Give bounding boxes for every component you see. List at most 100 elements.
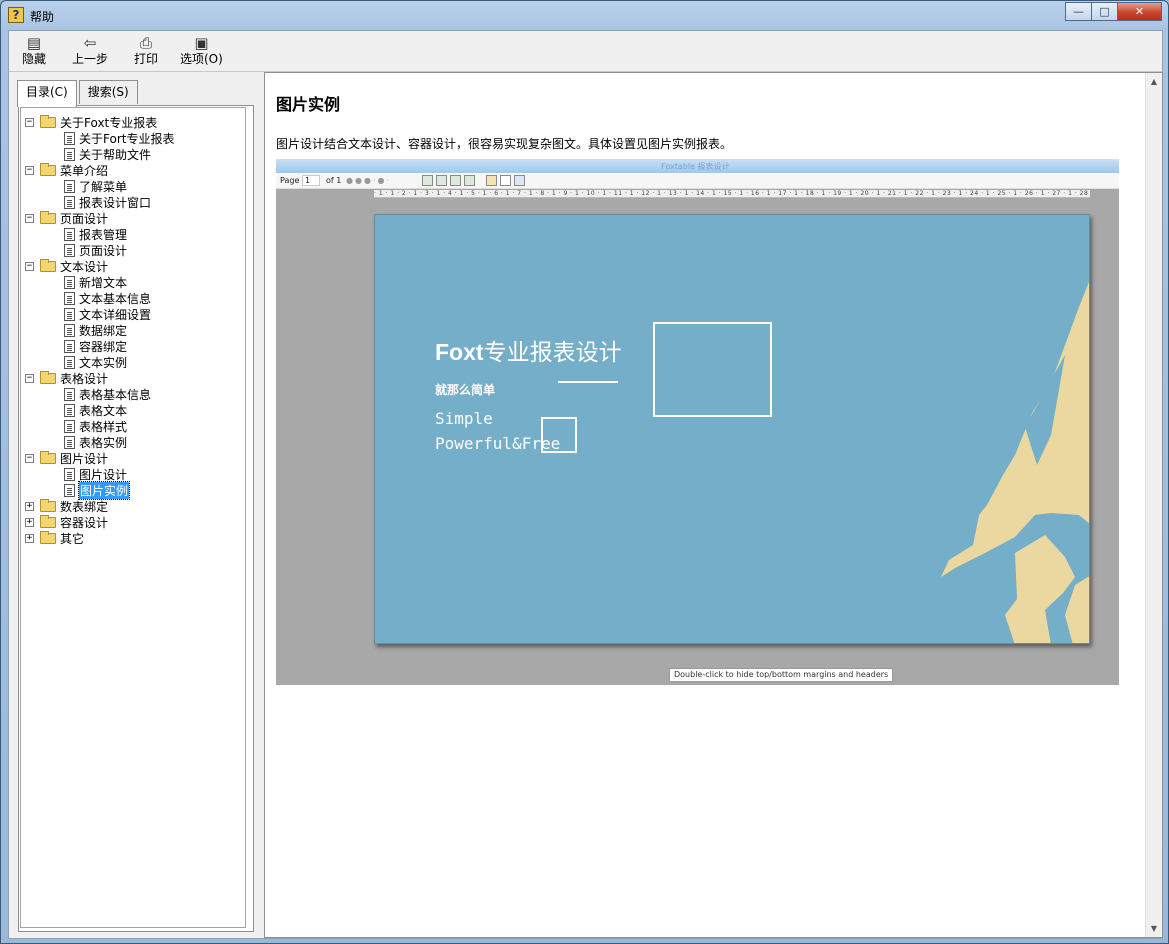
expand-icon[interactable]: +	[25, 517, 34, 527]
tree-folder-label[interactable]: 图片设计	[60, 450, 108, 467]
tree-topic-row[interactable]: 报表管理	[21, 226, 245, 242]
tree-topic-label[interactable]: 新增文本	[79, 274, 127, 291]
tree-topic-label[interactable]: 表格基本信息	[79, 386, 151, 403]
tree-folder-label[interactable]: 文本设计	[60, 258, 108, 275]
minimize-button[interactable]: —	[1065, 2, 1092, 21]
tab-contents[interactable]: 目录(C)	[17, 80, 77, 107]
tree-topic-row[interactable]: 了解菜单	[21, 178, 245, 194]
tree-topic-row[interactable]: 页面设计	[21, 242, 245, 258]
collapse-icon[interactable]: −	[25, 117, 34, 127]
tree-topic-label[interactable]: 容器绑定	[79, 338, 127, 355]
text-tool-icon	[500, 175, 511, 186]
tree-topic-label[interactable]: 图片实例	[77, 480, 131, 500]
tree-topic-row[interactable]: 表格实例	[21, 434, 245, 450]
tree-topic-row[interactable]: 图片设计	[21, 466, 245, 482]
tree-topic-label[interactable]: 数据绑定	[79, 322, 127, 339]
collapse-icon[interactable]: −	[25, 453, 34, 463]
tree-topic-row[interactable]: 文本基本信息	[21, 290, 245, 306]
scroll-up-arrow-icon[interactable]: ▲	[1146, 73, 1162, 90]
expand-icon[interactable]: +	[25, 501, 34, 511]
tree-topic-row[interactable]: 表格基本信息	[21, 386, 245, 402]
find-icon	[514, 175, 525, 186]
tree-folder-row[interactable]: − 图片设计	[21, 450, 245, 466]
tree-topic-label[interactable]: 关于帮助文件	[79, 146, 151, 163]
tree-folder-label[interactable]: 表格设计	[60, 370, 108, 387]
tree-folder-label[interactable]: 菜单介绍	[60, 162, 108, 179]
tree-topic-label[interactable]: 表格文本	[79, 402, 127, 419]
tree-topic-label[interactable]: 了解菜单	[79, 178, 127, 195]
contents-tree[interactable]: − 关于Foxt专业报表 关于Fort专业报表 关于帮助文件 − 菜单介绍 了解菜单 报表设计…	[20, 107, 246, 928]
window-title: 帮助	[30, 10, 55, 24]
tree-folder-row[interactable]: + 数表绑定	[21, 498, 245, 514]
title-bar[interactable]: ? 帮助 — □ ✕	[1, 1, 1168, 29]
tree-topic-row[interactable]: 关于Fort专业报表	[21, 130, 245, 146]
scroll-down-arrow-icon[interactable]: ▼	[1146, 920, 1162, 937]
print-label: 打印	[134, 52, 159, 66]
tree-topic-row[interactable]: 表格文本	[21, 402, 245, 418]
back-button[interactable]: ⇦ 上一步	[72, 34, 108, 70]
tree-folder-label[interactable]: 页面设计	[60, 210, 108, 227]
tree-topic-row[interactable]: 表格样式	[21, 418, 245, 434]
tree-folder-row[interactable]: + 容器设计	[21, 514, 245, 530]
expand-icon[interactable]: +	[25, 533, 34, 543]
tree-topic-label[interactable]: 页面设计	[79, 242, 127, 259]
topic-page-icon	[64, 131, 75, 145]
collapse-icon[interactable]: −	[25, 373, 34, 383]
tree-topic-row[interactable]: 报表设计窗口	[21, 194, 245, 210]
tree-folder-label[interactable]: 容器设计	[60, 514, 108, 531]
tooltip: Double-click to hide top/bottom margins …	[669, 668, 894, 682]
container-rectangle-small	[541, 417, 577, 453]
tree-folder-row[interactable]: − 文本设计	[21, 258, 245, 274]
folder-icon	[40, 450, 56, 464]
close-button[interactable]: ✕	[1117, 2, 1162, 21]
topic-description: 图片设计结合文本设计、容器设计，很容易实现复杂图文。具体设置见图片实例报表。	[276, 137, 733, 151]
vertical-scrollbar[interactable]: ▲ ▼	[1145, 73, 1162, 937]
ruler: · 1 · 1 · 2 · 1 · 3 · 1 · 4 · 1 · 5 · 1 …	[374, 190, 1090, 198]
pane-splitter[interactable]	[257, 75, 263, 937]
collapse-icon[interactable]: −	[25, 165, 34, 175]
tree-topic-label[interactable]: 文本实例	[79, 354, 127, 371]
topic-page-icon	[64, 195, 75, 209]
tree-topic-row[interactable]: 新增文本	[21, 274, 245, 290]
tree-topic-label[interactable]: 报表设计窗口	[79, 194, 151, 211]
tree-topic-row[interactable]: 文本详细设置	[21, 306, 245, 322]
options-button[interactable]: ▣ 选项(O)	[180, 34, 223, 70]
page-of-label: of 1	[326, 176, 342, 185]
tree-topic-label[interactable]: 文本基本信息	[79, 290, 151, 307]
hide-button[interactable]: ▤ 隐藏	[22, 34, 46, 70]
print-button[interactable]: ⎙ 打印	[134, 34, 158, 70]
tree-topic-label[interactable]: 表格样式	[79, 418, 127, 435]
tab-search[interactable]: 搜索(S)	[78, 80, 138, 104]
tree-topic-label[interactable]: 报表管理	[79, 226, 127, 243]
window-controls: — □ ✕	[1065, 2, 1162, 21]
tree-folder-row[interactable]: − 页面设计	[21, 210, 245, 226]
tree-folder-row[interactable]: + 其它	[21, 530, 245, 546]
tree-topic-row[interactable]: 容器绑定	[21, 338, 245, 354]
tree-topic-label[interactable]: 文本详细设置	[79, 306, 151, 323]
tree-folder-row[interactable]: − 关于Foxt专业报表	[21, 114, 245, 130]
hide-label: 隐藏	[22, 52, 47, 66]
topic-page-icon	[64, 435, 75, 449]
tree-folder-row[interactable]: − 菜单介绍	[21, 162, 245, 178]
tree-folder-label[interactable]: 数表绑定	[60, 498, 108, 515]
tree-topic-label[interactable]: 图片设计	[79, 466, 127, 483]
tree-topic-label[interactable]: 表格实例	[79, 434, 127, 451]
tree-topic-row[interactable]: 数据绑定	[21, 322, 245, 338]
folder-icon	[40, 162, 56, 176]
tree-topic-label[interactable]: 关于Fort专业报表	[79, 130, 174, 147]
example-screenshot: Foxtable 报表设计 Page 1 of 1 ●●●·●· · 1 · 1…	[276, 159, 1119, 685]
screenshot-toolbar: Page 1 of 1 ●●●·●·	[276, 173, 1119, 189]
tree-topic-row[interactable]: 文本实例	[21, 354, 245, 370]
tree-folder-label[interactable]: 其它	[60, 530, 84, 547]
tree-folder-row[interactable]: − 表格设计	[21, 370, 245, 386]
collapse-icon[interactable]: −	[25, 261, 34, 271]
tree-folder-label[interactable]: 关于Foxt专业报表	[60, 114, 157, 131]
hand-tool-icon	[486, 175, 497, 186]
tree-topic-row[interactable]: 关于帮助文件	[21, 146, 245, 162]
collapse-icon[interactable]: −	[25, 213, 34, 223]
slide-title-brand: Foxt	[435, 339, 484, 365]
help-question-icon: ?	[8, 7, 24, 23]
tree-topic-row[interactable]: 图片实例	[21, 480, 245, 500]
topic-page-icon	[64, 419, 75, 433]
maximize-button[interactable]: □	[1091, 2, 1118, 21]
